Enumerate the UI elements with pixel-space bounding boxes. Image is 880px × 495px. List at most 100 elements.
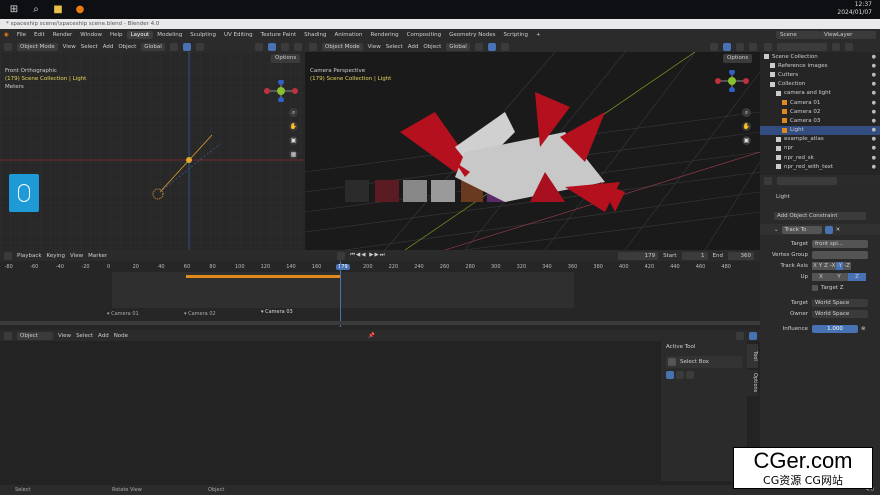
scene-selector[interactable]: Scene — [776, 31, 820, 39]
right-mode-dropdown[interactable]: Object Mode — [322, 42, 363, 51]
menu-help[interactable]: Help — [106, 32, 127, 38]
left-orientation-dropdown[interactable]: Global — [141, 42, 165, 51]
overlay-icon[interactable] — [281, 42, 289, 51]
visibility-eye-icon[interactable]: ● — [872, 63, 876, 69]
constraint-enable-icon[interactable] — [824, 225, 833, 234]
node-menu-view[interactable]: View — [58, 333, 71, 339]
visibility-eye-icon[interactable]: ● — [872, 155, 876, 161]
select-mode-extend-icon[interactable] — [676, 371, 684, 379]
tab-options[interactable]: Options — [747, 370, 758, 396]
navigation-gizmo[interactable] — [263, 79, 299, 103]
tab-compositing[interactable]: Compositing — [403, 31, 445, 39]
tab-scripting[interactable]: Scripting — [500, 31, 532, 39]
target-z-checkbox[interactable] — [812, 284, 818, 291]
up-axis-x[interactable]: X — [812, 272, 830, 281]
pin-icon[interactable]: 📌 — [368, 333, 375, 339]
tab-geometry-nodes[interactable]: Geometry Nodes — [445, 31, 499, 39]
tab-shading[interactable]: Shading — [300, 31, 330, 39]
outliner-row[interactable]: Collection ● — [760, 80, 880, 89]
editor-type-icon[interactable] — [4, 42, 12, 51]
right-options-button[interactable]: Options — [723, 54, 753, 63]
editor-type-icon[interactable] — [309, 42, 317, 51]
playhead-line[interactable] — [340, 261, 341, 327]
marker-camera-02[interactable]: ▾ Camera 02 — [184, 311, 216, 317]
left-options-button[interactable]: Options — [271, 54, 301, 63]
outliner-row[interactable]: Camera 01 ● — [760, 98, 880, 107]
tab-uv-editing[interactable]: UV Editing — [220, 31, 257, 39]
up-axis-z[interactable]: Z — [848, 272, 866, 281]
constraint-name-field[interactable]: Track To — [781, 225, 822, 234]
blender-taskbar-icon[interactable]: ● — [72, 2, 88, 18]
timeline-scrollbar[interactable] — [0, 321, 760, 325]
menu-render[interactable]: Render — [49, 32, 77, 38]
node-editor[interactable]: Object View Select Add Node 📌 Active Too… — [0, 330, 760, 485]
filter-icon[interactable] — [832, 42, 840, 51]
outliner-row[interactable]: npr_red_sk ● — [760, 153, 880, 162]
shading-solid-icon[interactable] — [749, 42, 757, 51]
space-target-dropdown[interactable]: World Space — [812, 298, 868, 307]
pivot-icon[interactable] — [169, 42, 178, 51]
right-menu-select[interactable]: Select — [386, 44, 403, 50]
outliner-row[interactable]: Camera 03 ● — [760, 116, 880, 125]
outliner-row[interactable]: example_atlas ● — [760, 135, 880, 144]
visibility-eye-icon[interactable]: ● — [872, 100, 876, 106]
influence-reset-icon[interactable]: ⊗ — [861, 326, 866, 332]
search-icon[interactable]: ⌕ — [28, 2, 44, 18]
overlay-icon[interactable] — [736, 42, 744, 51]
visibility-icon[interactable] — [710, 42, 718, 51]
visibility-eye-icon[interactable]: ● — [872, 81, 876, 87]
zoom-icon[interactable]: ⌕ — [289, 108, 298, 117]
outliner[interactable]: Scene Collection ● Reference images ● Cutter… — [760, 41, 880, 175]
outliner-row[interactable]: Scene Collection ● — [760, 52, 880, 61]
frame-ruler[interactable]: -80 -60 -40 -20 0 20 40 60 80 100 120 140 160 179 200 2… — [0, 250, 760, 272]
pivot-icon[interactable] — [474, 42, 483, 51]
outliner-row[interactable]: Cutters ● — [760, 70, 880, 79]
proportional-icon[interactable] — [195, 42, 204, 51]
menu-edit[interactable]: Edit — [30, 32, 49, 38]
left-menu-view[interactable]: View — [63, 44, 76, 50]
left-mode-dropdown[interactable]: Object Mode — [17, 42, 58, 51]
left-menu-select[interactable]: Select — [81, 44, 98, 50]
visibility-eye-icon[interactable]: ● — [872, 109, 876, 115]
owner-dropdown[interactable]: World Space — [812, 309, 868, 318]
left-viewport[interactable]: Front Orthographic (179) Scene Collectio… — [0, 52, 305, 250]
right-orientation-dropdown[interactable]: Global — [446, 42, 470, 51]
outliner-row[interactable]: Light ● — [760, 125, 880, 135]
add-workspace-button[interactable]: + — [532, 32, 545, 38]
grid-view-icon[interactable]: ▦ — [289, 150, 298, 159]
snap-icon[interactable] — [487, 42, 496, 51]
track-axis-neg-y[interactable]: -Y — [836, 261, 844, 270]
node-menu-add[interactable]: Add — [98, 333, 109, 339]
right-menu-add[interactable]: Add — [408, 44, 419, 50]
visibility-icon[interactable] — [255, 42, 263, 51]
tab-texture-paint[interactable]: Texture Paint — [257, 31, 301, 39]
outliner-row[interactable]: Reference images ● — [760, 61, 880, 70]
snap-icon[interactable] — [182, 42, 191, 51]
visibility-eye-icon[interactable]: ● — [872, 164, 876, 170]
select-mode-new-icon[interactable] — [666, 371, 674, 379]
blender-logo-icon[interactable]: ◉ — [0, 32, 13, 38]
editor-type-icon[interactable] — [764, 42, 772, 51]
node-menu-select[interactable]: Select — [76, 333, 93, 339]
proportional-icon[interactable] — [500, 42, 509, 51]
left-menu-add[interactable]: Add — [103, 44, 114, 50]
visibility-eye-icon[interactable]: ● — [872, 136, 876, 142]
pan-hand-icon[interactable]: ✋ — [742, 122, 751, 131]
add-constraint-button[interactable]: Add Object Constraint — [760, 210, 880, 221]
outliner-row[interactable]: npr_red_with_text ● — [760, 162, 880, 171]
keyframe-bar[interactable] — [186, 275, 341, 278]
menu-window[interactable]: Window — [76, 32, 106, 38]
vertex-group-field[interactable] — [812, 250, 868, 259]
tab-sculpting[interactable]: Sculpting — [186, 31, 220, 39]
navigation-gizmo[interactable] — [714, 69, 750, 93]
node-mode-dropdown[interactable]: Object — [17, 331, 53, 340]
visibility-eye-icon[interactable]: ● — [872, 127, 876, 133]
properties-editor[interactable]: Light Add Object Constraint ⌄ Track To ✕… — [760, 175, 880, 485]
marker-camera-03[interactable]: ▾ Camera 03 — [261, 309, 293, 315]
visibility-eye-icon[interactable]: ● — [872, 54, 876, 60]
influence-slider[interactable]: 1.000 — [812, 324, 858, 333]
visibility-eye-icon[interactable]: ● — [872, 72, 876, 78]
outliner-search-input[interactable] — [777, 42, 827, 51]
up-axis-y[interactable]: Y — [830, 272, 848, 281]
new-collection-icon[interactable] — [845, 42, 853, 51]
